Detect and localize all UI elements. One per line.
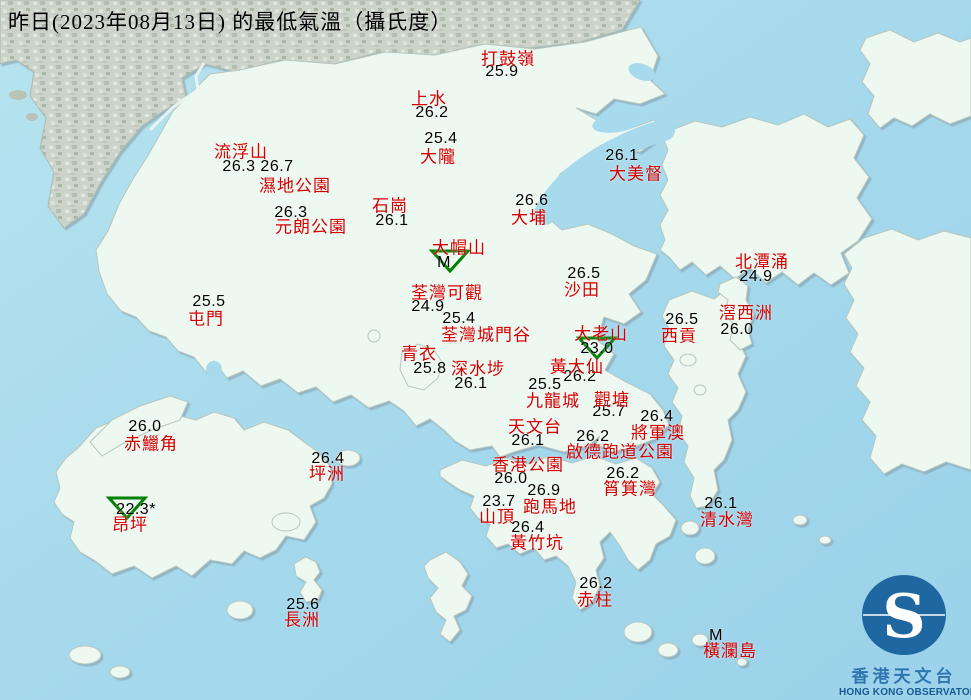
hko-logo-chinese: 香港天文台: [851, 667, 957, 686]
station-name-label: 觀塘: [594, 390, 630, 410]
station-name-label: 大帽山: [432, 238, 486, 258]
station-name-label: 跑馬地: [523, 497, 577, 517]
hko-logo-icon: S: [862, 575, 946, 655]
station-name-label: 元朗公園: [275, 217, 347, 237]
hko-logo-monogram: S: [882, 582, 925, 652]
station-name-label: 筲箕灣: [603, 479, 657, 499]
station-name-label: 九龍城: [526, 391, 580, 411]
station-name-label: 打鼓嶺: [481, 49, 535, 69]
station-name-label: 赤柱: [577, 590, 613, 610]
station-name-label: 黃竹坑: [510, 533, 564, 553]
station-name-label: 天文台: [508, 417, 562, 437]
map-title: 昨日(2023年08月13日) 的最低氣溫（攝氏度）: [8, 10, 453, 34]
station-name-label: 坪洲: [309, 464, 345, 484]
station-name-label: 清水灣: [700, 510, 754, 530]
hko-logo: S 香港天文台 HONG KONG OBSERVATORY: [839, 573, 971, 698]
weather-map-screenshot: 昨日(2023年08月13日) 的最低氣溫（攝氏度） 25.9 打鼓嶺 26.2 上水…: [0, 0, 971, 700]
station-name-label: 山頂: [479, 507, 515, 527]
station-name-label: 赤鱲角: [124, 434, 178, 454]
station-name-label: 大美督: [609, 164, 663, 184]
stations-layer: 25.9 打鼓嶺 26.2 上水 25.4 大隴 26.3 流浮山 26.7 濕地公園 26.3 元朗…: [0, 0, 971, 700]
station-name-label: 北潭涌: [735, 252, 789, 272]
station-name-label: 大老山: [574, 324, 628, 344]
station-name-label: 香港公園: [492, 455, 564, 475]
station-name-label: 濕地公園: [259, 176, 331, 196]
station-name-label: 滘西洲: [719, 303, 773, 323]
station-name-label: 沙田: [564, 280, 600, 300]
station-name-label: 橫瀾島: [703, 641, 757, 661]
station-name-label: 深水埗: [451, 359, 505, 379]
station-name-label: 昂坪: [112, 515, 148, 535]
station-value: 26.0: [720, 321, 754, 338]
station-name-label: 大埔: [511, 208, 547, 228]
station-name-label: 黃大仙: [550, 357, 604, 377]
station-name-label: 將軍澳: [631, 423, 685, 443]
station-name-label: 荃灣城門谷: [441, 325, 531, 345]
station-name-label: 上水: [411, 89, 447, 109]
station-name-label: 荃灣可觀: [411, 283, 483, 303]
station-name-label: 長洲: [284, 610, 320, 630]
station-name-label: 西貢: [661, 326, 697, 346]
station-name-label: 青衣: [401, 344, 437, 364]
station-name-label: 石崗: [372, 196, 408, 216]
station-name-label: 大隴: [420, 147, 456, 167]
hko-logo-english: HONG KONG OBSERVATORY: [839, 687, 971, 698]
station-name-label: 屯門: [188, 309, 224, 329]
